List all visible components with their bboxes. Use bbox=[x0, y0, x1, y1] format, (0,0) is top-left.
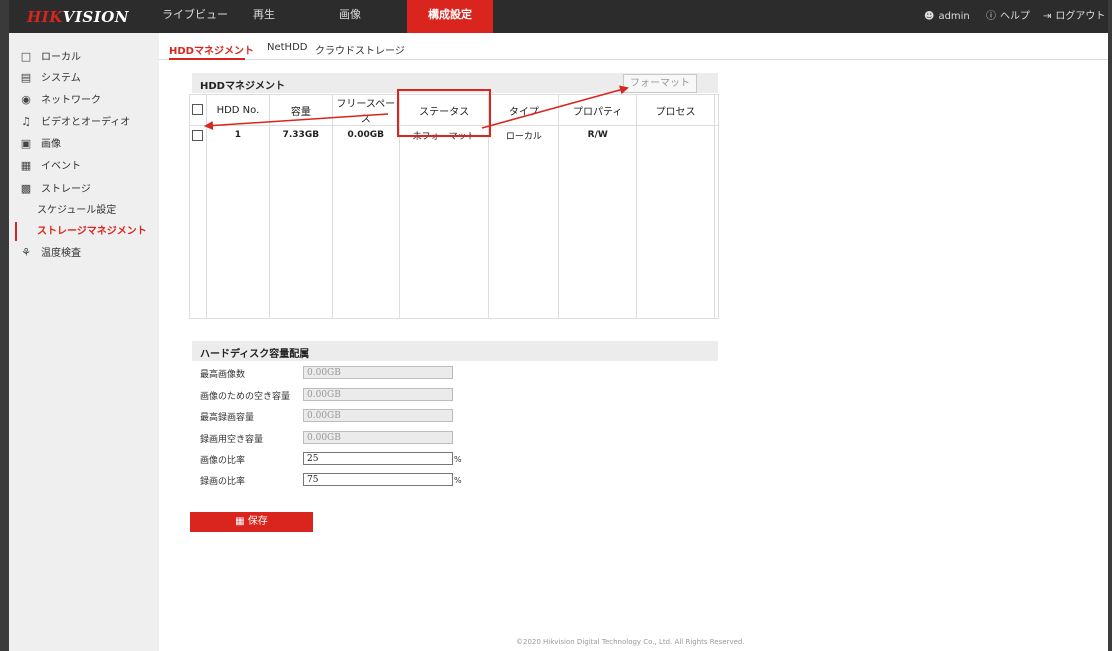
picture-ratio-unit: % bbox=[454, 455, 462, 464]
sidebar-item-storage[interactable]: ▩ ストレージ bbox=[19, 180, 91, 200]
cell-property: R/W bbox=[558, 125, 638, 144]
thermometer-icon: ⚘ bbox=[21, 246, 31, 259]
sidebar-item-image[interactable]: ▣ 画像 bbox=[19, 135, 61, 155]
sidebar-item-schedule[interactable]: スケジュール設定 bbox=[37, 201, 116, 221]
sidebar-item-video-audio[interactable]: ♫ ビデオとオーディオ bbox=[19, 113, 130, 133]
row-checkbox[interactable] bbox=[192, 129, 204, 141]
active-tab-underline bbox=[169, 58, 245, 60]
cell-process bbox=[636, 125, 715, 144]
record-ratio-label: 録画の比率 bbox=[200, 477, 246, 487]
picture-ratio-input[interactable]: 25 bbox=[303, 452, 453, 465]
col-free-space: フリースペース bbox=[331, 94, 400, 126]
hikvision-logo: HIKVISION bbox=[27, 8, 130, 26]
row-select-cell bbox=[189, 125, 207, 144]
nav-picture[interactable]: 画像 bbox=[320, 0, 380, 33]
username: admin bbox=[938, 11, 970, 22]
col-capacity: 容量 bbox=[268, 94, 333, 126]
nav-live-view[interactable]: ライブビュー bbox=[160, 0, 230, 33]
help-label: ヘルプ bbox=[1000, 11, 1030, 22]
app-frame: HIKVISION ライブビュー 再生 画像 構成設定 ☻ admin ⓘ ヘルプ … bbox=[9, 0, 1108, 651]
sidebar-item-event[interactable]: ▦ イベント bbox=[19, 157, 81, 177]
max-picture-label: 最高画像数 bbox=[200, 370, 246, 380]
save-button[interactable]: ▦ 保存 bbox=[190, 512, 313, 532]
record-ratio-input[interactable]: 75 bbox=[303, 473, 453, 486]
help-icon: ⓘ bbox=[986, 11, 996, 22]
nav-playback[interactable]: 再生 bbox=[234, 0, 294, 33]
sidebar-item-local[interactable]: □ ローカル bbox=[19, 48, 81, 68]
select-all-cell bbox=[189, 94, 207, 126]
copyright-footer: ©2020 Hikvision Digital Technology Co., … bbox=[516, 638, 745, 646]
sidebar-item-system[interactable]: ▤ システム bbox=[19, 69, 81, 89]
max-record-label: 最高録画容量 bbox=[200, 413, 255, 423]
active-indicator bbox=[15, 222, 17, 241]
logout-icon: ⇥ bbox=[1043, 11, 1052, 22]
select-all-checkbox[interactable] bbox=[192, 104, 204, 116]
picture-free-field: 0.00GB bbox=[303, 388, 453, 401]
network-icon: ◉ bbox=[21, 93, 31, 106]
picture-ratio-label: 画像の比率 bbox=[200, 456, 246, 466]
video-audio-icon: ♫ bbox=[21, 115, 31, 128]
col-process: プロセス bbox=[636, 94, 715, 126]
cell-free-space: 0.00GB bbox=[331, 125, 400, 144]
tab-cloud-storage[interactable]: クラウドストレージ bbox=[315, 42, 405, 57]
capacity-section-header: ハードディスク容量配属 bbox=[192, 341, 718, 361]
record-ratio-unit: % bbox=[454, 476, 462, 485]
col-hdd-no: HDD No. bbox=[205, 94, 270, 126]
calendar-icon: ▦ bbox=[20, 159, 32, 172]
logout-label: ログアウト bbox=[1055, 11, 1106, 22]
max-record-field: 0.00GB bbox=[303, 409, 453, 422]
help-link[interactable]: ⓘ ヘルプ bbox=[986, 0, 1030, 33]
image-icon: ▣ bbox=[20, 137, 32, 150]
monitor-icon: □ bbox=[20, 50, 32, 63]
table-empty-area bbox=[189, 144, 720, 319]
storage-icon: ▩ bbox=[20, 182, 32, 195]
sidebar-item-network[interactable]: ◉ ネットワーク bbox=[19, 91, 101, 111]
sidebar-item-storage-management[interactable]: ストレージマネジメント bbox=[37, 222, 147, 242]
save-label: 保存 bbox=[247, 516, 268, 527]
save-icon: ▦ bbox=[235, 516, 245, 527]
format-button[interactable]: フォーマット bbox=[623, 74, 697, 93]
cell-capacity: 7.33GB bbox=[268, 125, 333, 144]
logout-link[interactable]: ⇥ ログアウト bbox=[1043, 0, 1105, 33]
capacity-section-title: ハードディスク容量配属 bbox=[200, 349, 310, 360]
sidebar-item-temperature[interactable]: ⚘ 温度検査 bbox=[19, 244, 81, 264]
status-highlight-box bbox=[397, 89, 491, 137]
col-type: タイプ bbox=[488, 94, 560, 126]
cell-type: ローカル bbox=[488, 125, 560, 144]
tab-hdd-management[interactable]: HDDマネジメント bbox=[169, 42, 254, 57]
picture-free-label: 画像のための空き容量 bbox=[200, 392, 291, 402]
tab-nethdd[interactable]: NetHDD bbox=[267, 42, 307, 53]
tab-divider bbox=[159, 59, 1108, 60]
user-menu[interactable]: ☻ admin bbox=[924, 0, 970, 33]
record-free-label: 録画用空き容量 bbox=[200, 435, 264, 445]
system-icon: ▤ bbox=[20, 71, 32, 84]
user-icon: ☻ bbox=[924, 11, 935, 22]
record-free-field: 0.00GB bbox=[303, 431, 453, 444]
cell-hdd-no: 1 bbox=[205, 125, 270, 144]
max-picture-field: 0.00GB bbox=[303, 366, 453, 379]
col-property: プロパティ bbox=[558, 94, 638, 126]
hdd-panel-title: HDDマネジメント bbox=[200, 81, 285, 92]
top-bar: HIKVISION ライブビュー 再生 画像 構成設定 ☻ admin ⓘ ヘルプ … bbox=[9, 0, 1108, 33]
nav-configuration[interactable]: 構成設定 bbox=[407, 0, 493, 33]
